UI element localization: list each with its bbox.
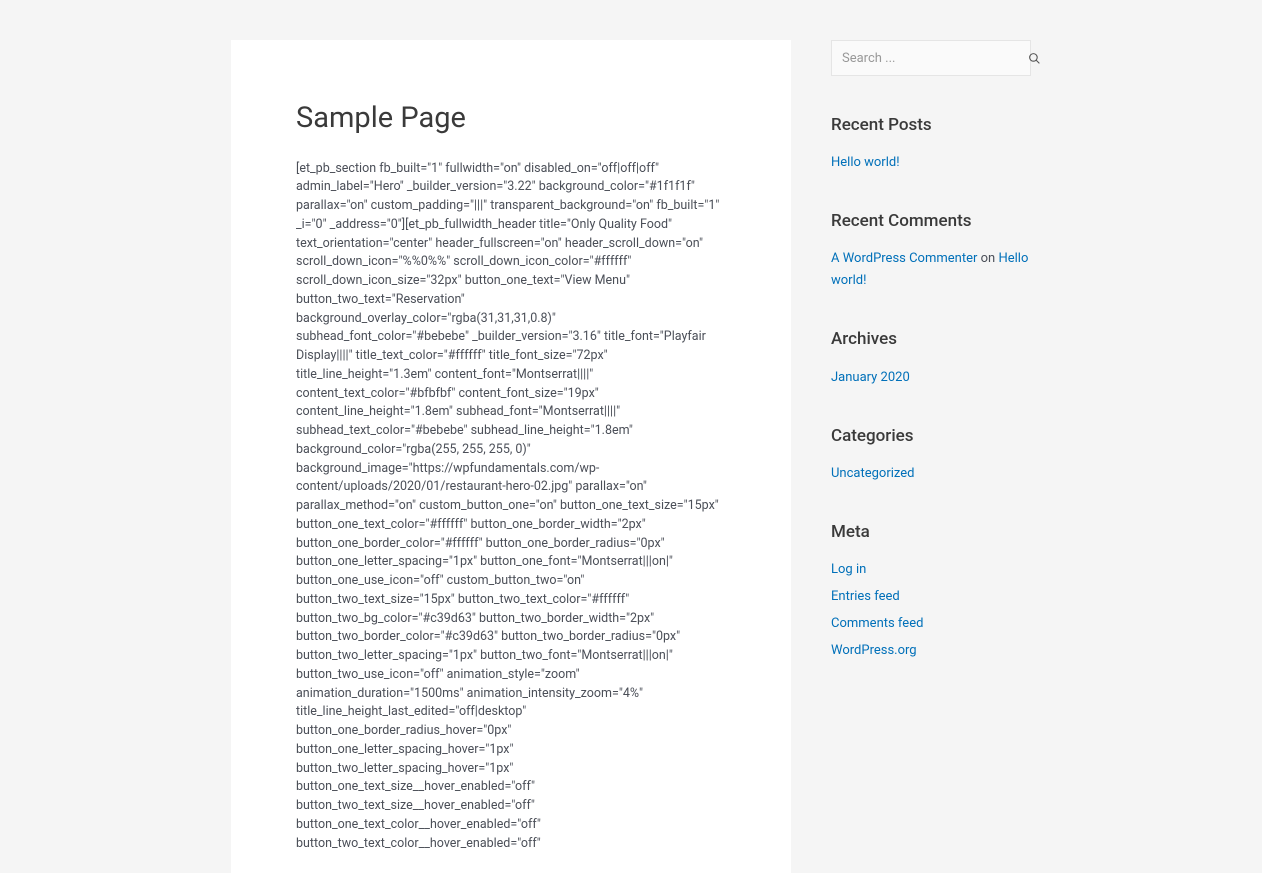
list-item: Hello world! [831,152,1031,174]
list-item: January 2020 [831,367,1031,389]
page-title: Sample Page [296,100,726,138]
page-body-text: [et_pb_section fb_built="1" fullwidth="o… [296,160,726,854]
list-item: Uncategorized [831,463,1031,485]
search-icon [1028,52,1041,65]
sidebar: Recent Posts Hello world! Recent Comment… [831,40,1031,873]
widget-archives: Archives January 2020 [831,328,1031,388]
widget-meta: Meta Log in Entries feed Comments feed W… [831,521,1031,662]
widget-title-meta: Meta [831,521,1031,543]
widget-recent-comments: Recent Comments A WordPress Commenter on… [831,210,1031,292]
categories-list: Uncategorized [831,463,1031,485]
widget-title-recent-comments: Recent Comments [831,210,1031,232]
recent-posts-list: Hello world! [831,152,1031,174]
archive-link[interactable]: January 2020 [831,370,910,385]
main-content: Sample Page [et_pb_section fb_built="1" … [231,40,791,873]
category-link[interactable]: Uncategorized [831,466,914,481]
widget-title-archives: Archives [831,328,1031,350]
recent-comments-list: A WordPress Commenter on Hello world! [831,248,1031,292]
search-button[interactable] [1018,46,1051,71]
widget-categories: Categories Uncategorized [831,425,1031,485]
meta-link-comments-feed[interactable]: Comments feed [831,616,923,631]
list-item: WordPress.org [831,640,1031,662]
search-input[interactable] [832,43,1018,74]
comment-on-text: on [977,251,998,266]
recent-post-link[interactable]: Hello world! [831,155,900,170]
list-item: Entries feed [831,586,1031,608]
meta-link-entries-feed[interactable]: Entries feed [831,589,900,604]
widget-title-categories: Categories [831,425,1031,447]
list-item: A WordPress Commenter on Hello world! [831,248,1031,292]
page-wrapper: Sample Page [et_pb_section fb_built="1" … [0,0,1262,873]
comment-author-link[interactable]: A WordPress Commenter [831,251,977,266]
list-item: Comments feed [831,613,1031,635]
list-item: Log in [831,559,1031,581]
widget-recent-posts: Recent Posts Hello world! [831,114,1031,174]
widget-title-recent-posts: Recent Posts [831,114,1031,136]
meta-list: Log in Entries feed Comments feed WordPr… [831,559,1031,662]
meta-link-login[interactable]: Log in [831,562,866,577]
meta-link-wordpress[interactable]: WordPress.org [831,643,917,658]
search-box [831,40,1031,76]
archives-list: January 2020 [831,367,1031,389]
